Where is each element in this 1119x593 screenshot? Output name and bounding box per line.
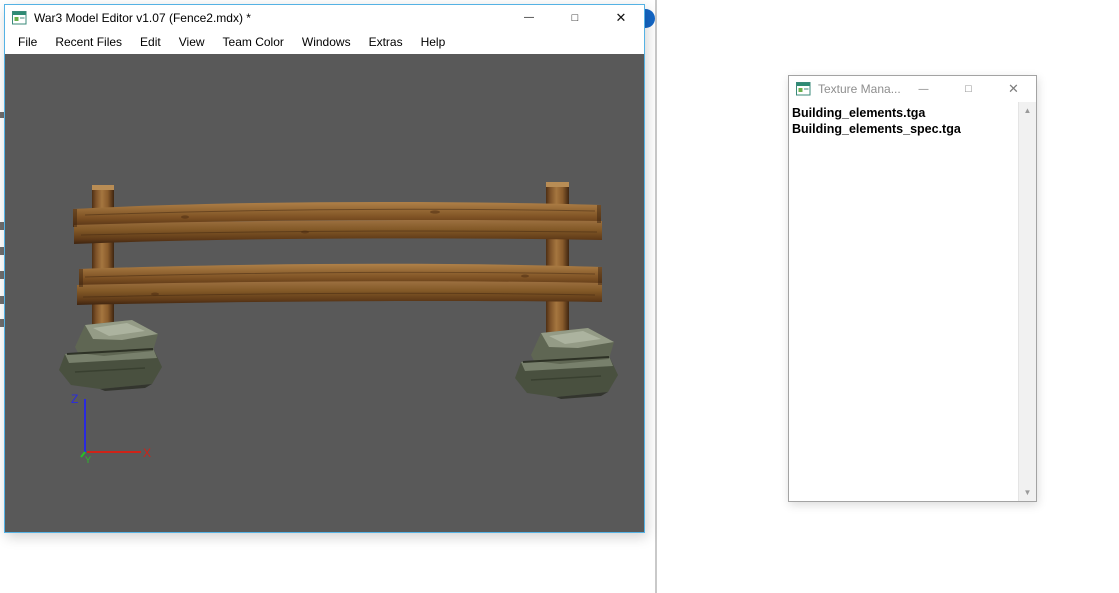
- titlebar[interactable]: War3 Model Editor v1.07 (Fence2.mdx) * —…: [5, 5, 644, 30]
- menu-file[interactable]: File: [9, 31, 46, 53]
- maximize-button[interactable]: □: [946, 76, 991, 102]
- viewport[interactable]: Z X Y: [5, 54, 644, 532]
- menu-help[interactable]: Help: [412, 31, 455, 53]
- scrollbar[interactable]: ▲ ▼: [1018, 102, 1036, 501]
- menubar: File Recent Files Edit View Team Color W…: [5, 30, 644, 54]
- window-divider: [655, 0, 657, 593]
- window-title: Texture Mana...: [818, 82, 901, 96]
- window-controls: — □ ✕: [901, 76, 1036, 102]
- window-title: War3 Model Editor v1.07 (Fence2.mdx) *: [34, 10, 251, 25]
- axis-gizmo: Z X Y: [71, 392, 151, 465]
- menu-recent-files[interactable]: Recent Files: [46, 31, 131, 53]
- stone-base-left: [58, 319, 163, 392]
- app-icon[interactable]: [796, 82, 811, 96]
- fence-rails: [73, 201, 602, 305]
- texture-list-item[interactable]: Building_elements_spec.tga: [792, 121, 1018, 137]
- axis-y-label: Y: [85, 455, 91, 465]
- menu-view[interactable]: View: [170, 31, 214, 53]
- fence-model: [58, 182, 619, 400]
- close-button[interactable]: ✕: [991, 76, 1036, 102]
- axis-x-label: X: [143, 446, 151, 460]
- model-editor-window: War3 Model Editor v1.07 (Fence2.mdx) * —…: [4, 4, 645, 533]
- texture-list-panel: Building_elements.tga Building_elements_…: [789, 102, 1036, 501]
- titlebar[interactable]: Texture Mana... — □ ✕: [789, 76, 1036, 102]
- axis-z-label: Z: [71, 392, 78, 406]
- window-controls: — □ ✕: [506, 5, 644, 30]
- scrollbar-track[interactable]: [1019, 119, 1036, 484]
- texture-list: Building_elements.tga Building_elements_…: [789, 102, 1018, 501]
- close-button[interactable]: ✕: [598, 5, 644, 30]
- menu-edit[interactable]: Edit: [131, 31, 170, 53]
- maximize-button[interactable]: □: [552, 5, 598, 30]
- scroll-down-icon[interactable]: ▼: [1019, 484, 1036, 501]
- scroll-up-icon[interactable]: ▲: [1019, 102, 1036, 119]
- minimize-button[interactable]: —: [901, 76, 946, 102]
- minimize-button[interactable]: —: [506, 5, 552, 30]
- app-icon[interactable]: [12, 10, 27, 25]
- menu-team-color[interactable]: Team Color: [214, 31, 293, 53]
- menu-extras[interactable]: Extras: [360, 31, 412, 53]
- menu-windows[interactable]: Windows: [293, 31, 360, 53]
- stone-base-right: [514, 327, 619, 400]
- texture-list-item[interactable]: Building_elements.tga: [792, 105, 1018, 121]
- texture-manager-window: Texture Mana... — □ ✕ Building_elements.…: [788, 75, 1037, 502]
